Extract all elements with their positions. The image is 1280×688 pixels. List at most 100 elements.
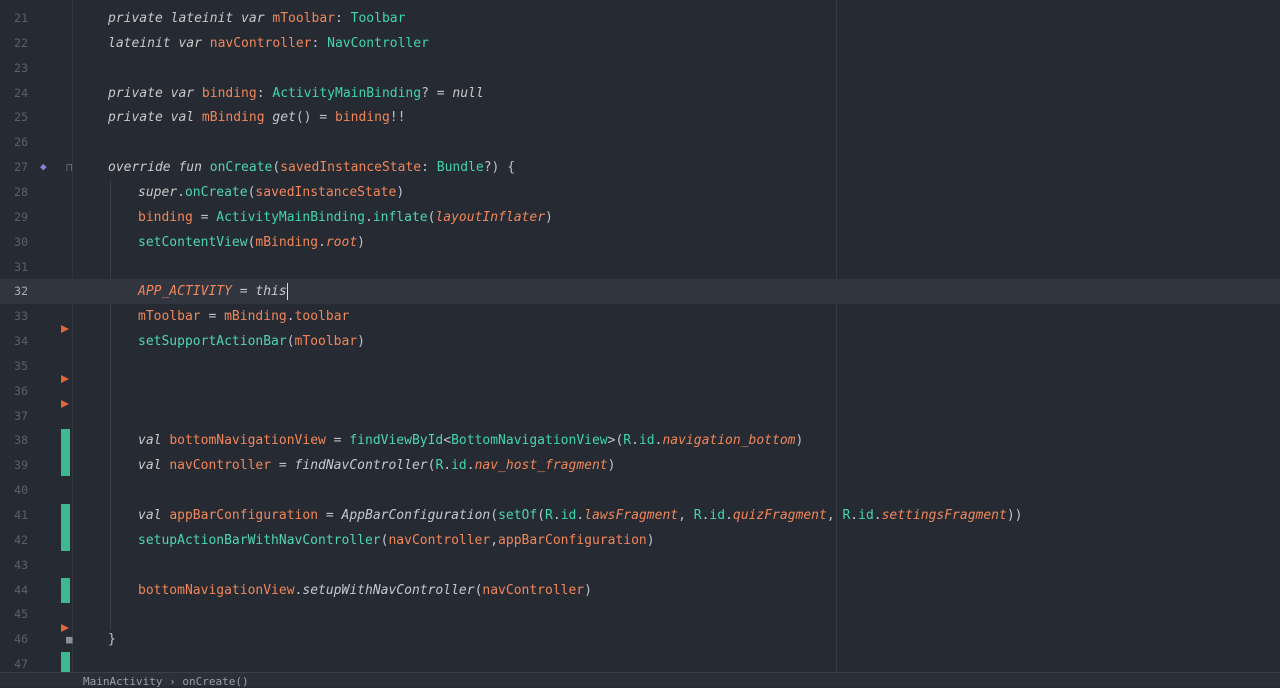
vcs-added-marker[interactable] <box>61 504 70 551</box>
code-text[interactable]: mToolbar = mBinding.toolbar <box>78 304 349 329</box>
code-line[interactable]: 38 val bottomNavigationView = findViewByI… <box>0 428 1280 453</box>
code-line[interactable]: 40 <box>0 478 1280 503</box>
line-number[interactable]: 25 <box>0 105 28 130</box>
line-number[interactable]: 29 <box>0 205 28 230</box>
code-text[interactable]: override fun onCreate(savedInstanceState… <box>78 155 515 180</box>
code-token: ) <box>646 532 655 548</box>
code-line[interactable]: 43 <box>0 553 1280 578</box>
code-text[interactable] <box>78 478 138 503</box>
line-number[interactable]: 28 <box>0 180 28 205</box>
bookmark-marker-icon[interactable] <box>61 400 69 408</box>
code-line[interactable]: 44 bottomNavigationView.setupWithNavContr… <box>0 578 1280 603</box>
code-text[interactable]: val appBarConfiguration = AppBarConfigur… <box>78 503 1023 528</box>
code-line[interactable]: 35 <box>0 354 1280 379</box>
code-token: val <box>138 433 170 449</box>
line-number[interactable]: 43 <box>0 553 28 578</box>
line-number[interactable]: 41 <box>0 503 28 528</box>
code-line[interactable]: 26 <box>0 130 1280 155</box>
code-text[interactable] <box>78 56 108 81</box>
code-line[interactable]: 36 <box>0 379 1280 404</box>
code-line[interactable]: 21 private lateinit var mToolbar: Toolbar <box>0 6 1280 31</box>
code-text[interactable]: lateinit var navController: NavControlle… <box>78 31 429 56</box>
code-text[interactable]: setContentView(mBinding.root) <box>78 230 365 255</box>
line-number[interactable]: 26 <box>0 130 28 155</box>
code-text[interactable]: setSupportActionBar(mToolbar) <box>78 329 365 354</box>
code-text[interactable] <box>78 354 138 379</box>
code-line[interactable]: 28 super.onCreate(savedInstanceState) <box>0 180 1280 205</box>
code-token: onCreate <box>209 160 273 176</box>
code-token: = <box>192 209 217 225</box>
code-line[interactable]: 37 <box>0 404 1280 429</box>
line-number[interactable]: 30 <box>0 230 28 255</box>
code-text[interactable]: } <box>78 627 116 652</box>
line-number[interactable]: 35 <box>0 354 28 379</box>
code-text[interactable]: private val mBinding get() = binding!! <box>78 105 405 130</box>
code-line[interactable]: 25 private val mBinding get() = binding!! <box>0 105 1280 130</box>
code-text[interactable]: bottomNavigationView.setupWithNavControl… <box>78 578 592 603</box>
fold-icon[interactable]: ⊓ <box>66 162 73 173</box>
code-text[interactable]: private lateinit var mToolbar: Toolbar <box>78 6 405 31</box>
code-token: override fun <box>108 160 210 176</box>
code-text[interactable] <box>78 652 108 672</box>
line-number[interactable]: 22 <box>0 31 28 56</box>
code-line[interactable]: 29 binding = ActivityMainBinding.inflate(… <box>0 205 1280 230</box>
code-text[interactable] <box>78 379 138 404</box>
code-text[interactable]: val bottomNavigationView = findViewById<… <box>78 428 803 453</box>
bookmark-marker-icon[interactable] <box>61 375 69 383</box>
code-line[interactable]: 27 override fun onCreate(savedInstanceSta… <box>0 155 1280 180</box>
line-number[interactable]: 44 <box>0 578 28 603</box>
code-token: appBarConfiguration <box>498 532 647 548</box>
line-number[interactable]: 47 <box>0 652 28 672</box>
code-line[interactable]: 22 lateinit var navController: NavControl… <box>0 31 1280 56</box>
line-number[interactable]: 46 <box>0 627 28 652</box>
code-line[interactable]: 23 <box>0 56 1280 81</box>
code-text[interactable] <box>78 404 138 429</box>
line-number[interactable]: 23 <box>0 56 28 81</box>
breadcrumb[interactable]: MainActivity › onCreate() <box>83 675 249 688</box>
code-line[interactable]: 46} <box>0 627 1280 652</box>
code-line[interactable]: 30 setContentView(mBinding.root) <box>0 230 1280 255</box>
line-number[interactable]: 32 <box>0 279 28 304</box>
line-number[interactable]: 38 <box>0 428 28 453</box>
code-text[interactable]: APP_ACTIVITY = this <box>78 279 288 304</box>
code-line[interactable]: 34 setSupportActionBar(mToolbar) <box>0 329 1280 354</box>
line-number[interactable]: 27 <box>0 155 28 180</box>
bookmark-marker-icon[interactable] <box>61 325 69 333</box>
code-line[interactable]: 31 <box>0 255 1280 280</box>
vcs-added-marker[interactable] <box>61 652 70 672</box>
line-number[interactable]: 39 <box>0 453 28 478</box>
fold-end-icon[interactable]: ■ <box>66 634 73 645</box>
code-text[interactable]: setupActionBarWithNavController(navContr… <box>78 528 655 553</box>
code-text[interactable] <box>78 255 138 280</box>
bookmark-marker-icon[interactable] <box>61 624 69 632</box>
code-editor[interactable]: 21 private lateinit var mToolbar: Toolbar… <box>0 0 1280 672</box>
line-number[interactable]: 34 <box>0 329 28 354</box>
code-line[interactable]: 24 private var binding: ActivityMainBindi… <box>0 81 1280 106</box>
code-text[interactable]: private var binding: ActivityMainBinding… <box>78 81 484 106</box>
code-text[interactable]: super.onCreate(savedInstanceState) <box>78 180 404 205</box>
line-number[interactable]: 31 <box>0 255 28 280</box>
line-number[interactable]: 40 <box>0 478 28 503</box>
line-number[interactable]: 45 <box>0 602 28 627</box>
code-line[interactable]: 45 <box>0 602 1280 627</box>
code-text[interactable]: val navController = findNavController(R.… <box>78 453 615 478</box>
line-number[interactable]: 33 <box>0 304 28 329</box>
code-line[interactable]: 39 val navController = findNavController(… <box>0 453 1280 478</box>
line-number[interactable]: 42 <box>0 528 28 553</box>
line-number[interactable]: 24 <box>0 81 28 106</box>
code-text[interactable] <box>78 602 138 627</box>
code-line[interactable]: 41 val appBarConfiguration = AppBarConfig… <box>0 503 1280 528</box>
code-line[interactable]: 47 <box>0 652 1280 672</box>
code-text[interactable] <box>78 130 108 155</box>
code-line[interactable]: 33 mToolbar = mBinding.toolbar <box>0 304 1280 329</box>
code-line[interactable]: 32 APP_ACTIVITY = this <box>0 279 1280 305</box>
code-line[interactable]: 42 setupActionBarWithNavController(navCon… <box>0 528 1280 553</box>
code-text[interactable]: binding = ActivityMainBinding.inflate(la… <box>78 205 553 230</box>
override-icon[interactable]: ◆ <box>40 161 47 172</box>
line-number[interactable]: 21 <box>0 6 28 31</box>
line-number[interactable]: 37 <box>0 404 28 429</box>
code-text[interactable] <box>78 553 138 578</box>
line-number[interactable]: 36 <box>0 379 28 404</box>
vcs-added-marker[interactable] <box>61 429 70 476</box>
vcs-added-marker[interactable] <box>61 578 70 603</box>
